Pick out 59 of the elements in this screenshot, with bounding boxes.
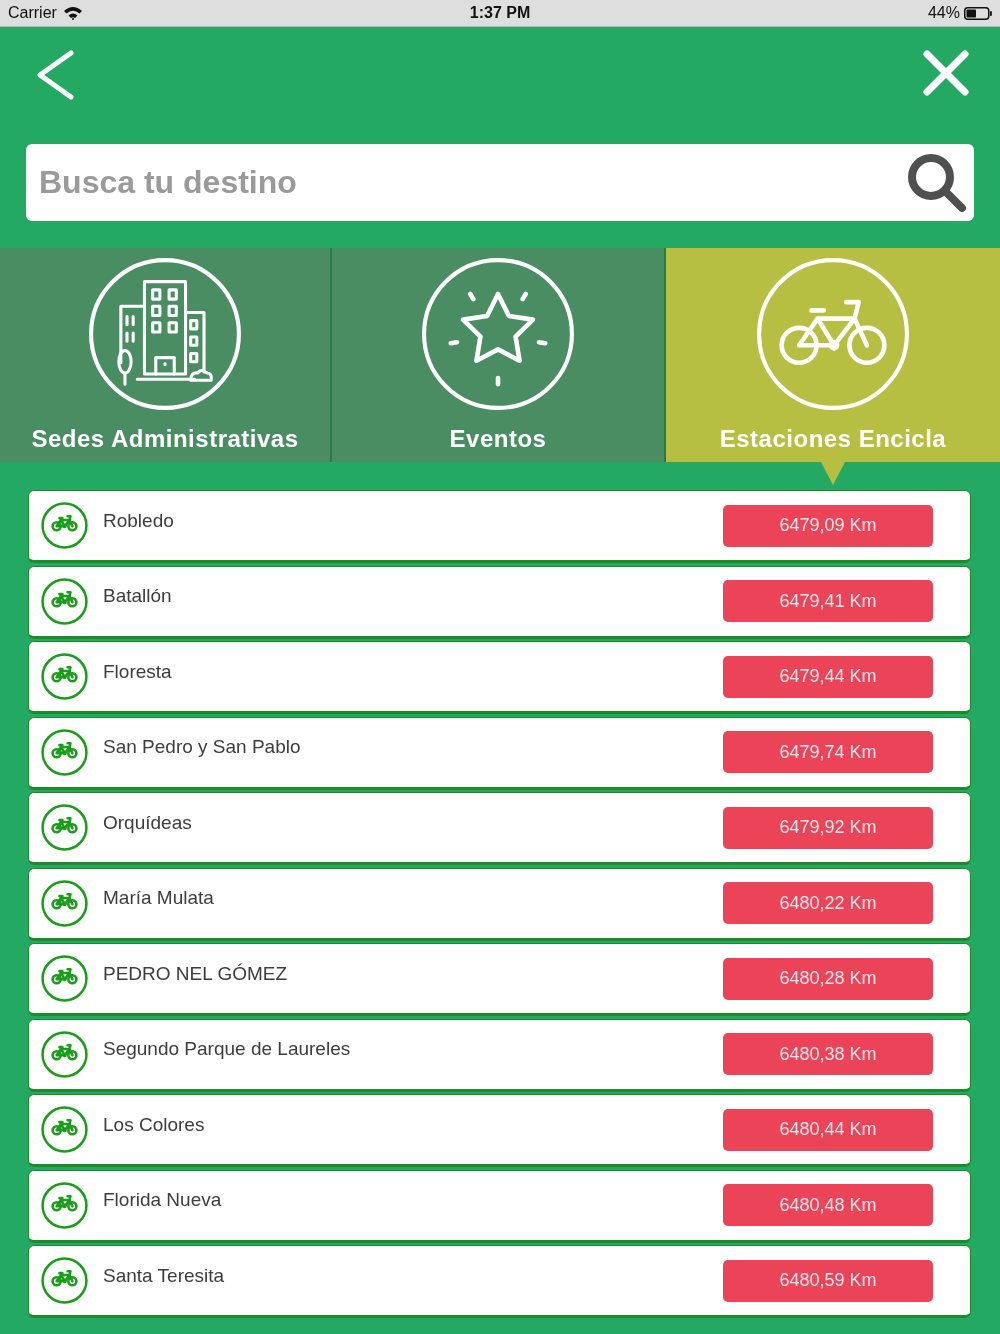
station-row[interactable]: PEDRO NEL GÓMEZ 6480,28 Km — [28, 943, 971, 1016]
station-row[interactable]: Santa Teresita 6480,59 Km — [28, 1245, 971, 1318]
back-button[interactable] — [35, 49, 75, 101]
station-row[interactable]: Segundo Parque de Laureles 6480,38 Km — [28, 1018, 971, 1092]
search-icon[interactable] — [906, 152, 968, 214]
distance-badge: 6479,92 Km — [723, 806, 933, 849]
close-icon — [922, 49, 970, 97]
clock-time: 1:37 PM — [469, 4, 531, 22]
station-row[interactable]: Florida Nueva 6480,48 Km — [28, 1169, 971, 1243]
distance-badge: 6480,22 Km — [723, 882, 933, 924]
bicycle-icon — [41, 1030, 88, 1078]
station-row[interactable]: Orquídeas 6479,92 Km — [28, 792, 971, 865]
bicycle-icon — [41, 653, 88, 700]
wifi-icon — [62, 6, 83, 20]
station-row[interactable]: Robledo 6479,09 Km — [28, 490, 971, 563]
station-name: Santa Teresita — [103, 1264, 225, 1287]
bicycle-icon — [756, 257, 910, 411]
buildings-icon — [88, 257, 242, 411]
bicycle-icon — [41, 955, 88, 1002]
battery-icon — [964, 6, 992, 20]
station-row[interactable]: Los Colores 6480,44 Km — [28, 1094, 971, 1167]
distance-badge: 6480,48 Km — [723, 1184, 933, 1226]
station-name: María Mulata — [103, 887, 214, 909]
station-name: PEDRO NEL GÓMEZ — [103, 962, 288, 985]
station-name: San Pedro y San Pablo — [103, 736, 301, 758]
bicycle-icon — [41, 1181, 88, 1229]
station-name: Segundo Parque de Laureles — [103, 1038, 351, 1060]
bicycle-icon — [41, 1106, 88, 1153]
bicycle-icon — [41, 728, 88, 776]
station-name: Florida Nueva — [103, 1189, 222, 1211]
bicycle-icon — [41, 879, 88, 927]
carrier-label: Carrier — [8, 4, 57, 22]
station-name: Orquídeas — [103, 811, 192, 834]
back-icon — [35, 49, 75, 101]
station-name: Los Colores — [103, 1113, 205, 1136]
bicycle-icon — [41, 577, 88, 625]
station-name: Robledo — [103, 509, 174, 532]
category-tab[interactable]: Sedes Administrativas — [0, 248, 330, 462]
station-name: Floresta — [103, 660, 172, 683]
category-tab[interactable]: Eventos — [332, 248, 664, 462]
distance-badge: 6480,28 Km — [723, 957, 933, 1000]
station-name: Batallón — [103, 585, 172, 607]
distance-badge: 6479,41 Km — [723, 580, 933, 622]
distance-badge: 6479,44 Km — [723, 655, 933, 698]
station-row[interactable]: María Mulata 6480,22 Km — [28, 867, 971, 941]
close-button[interactable] — [922, 49, 970, 97]
distance-badge: 6479,09 Km — [723, 504, 933, 547]
bicycle-icon — [41, 502, 88, 549]
station-row[interactable]: Batallón 6479,41 Km — [28, 565, 971, 639]
distance-badge: 6479,74 Km — [723, 731, 933, 773]
station-row[interactable]: San Pedro y San Pablo 6479,74 Km — [28, 716, 971, 790]
station-row[interactable]: Floresta 6479,44 Km — [28, 641, 971, 714]
distance-badge: 6480,59 Km — [723, 1259, 933, 1302]
distance-badge: 6480,38 Km — [723, 1033, 933, 1075]
battery-percent: 44% — [927, 4, 960, 22]
bicycle-icon — [41, 1257, 88, 1304]
distance-badge: 6480,44 Km — [723, 1108, 933, 1151]
search-field[interactable]: Busca tu destino — [26, 144, 974, 221]
bicycle-icon — [41, 804, 88, 851]
